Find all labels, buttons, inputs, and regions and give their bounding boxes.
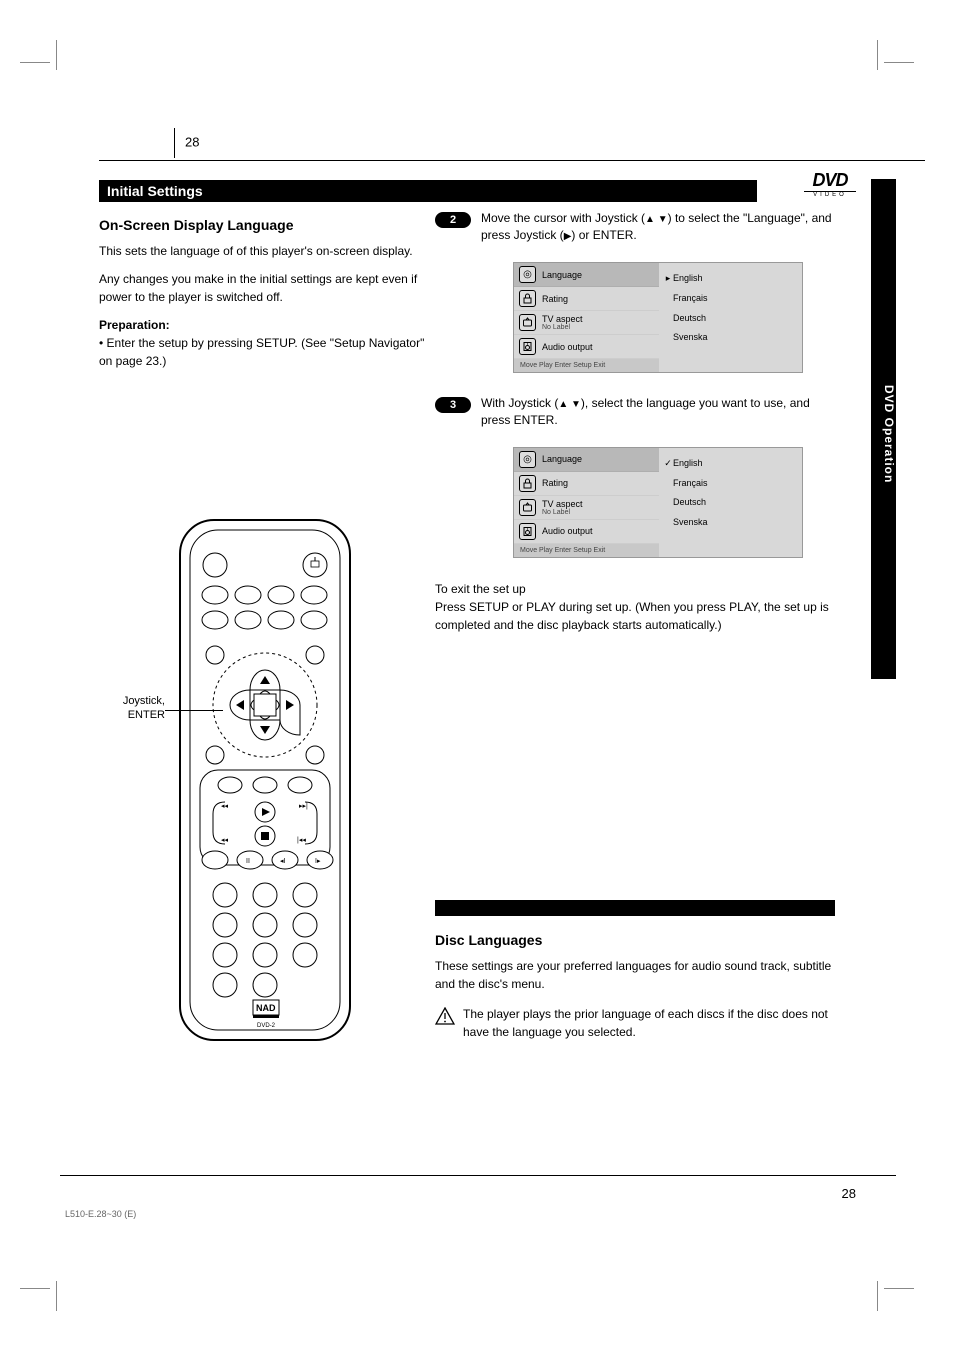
svg-text:◂◂: ◂◂ (221, 837, 229, 844)
menu1-row-language: ◎ Language (514, 263, 659, 287)
caution-text: The player plays the prior language of e… (463, 1005, 835, 1041)
pointer-icon: ▸ (663, 269, 673, 289)
remote-svg: ◂◂ ▸▸| ◂◂ |◂◂ II ◂I I▸ NAD DVD-2 (170, 510, 360, 1050)
menu2-row-audio: Audio output (514, 520, 659, 544)
step-3-text: With Joystick (▲ ▼), select the language… (481, 395, 835, 429)
crop-mark (20, 62, 50, 63)
exit-body: Press SETUP or PLAY during set up. (When… (435, 600, 829, 632)
disc-languages-heading: Disc Languages (435, 930, 835, 951)
exit-note: To exit the set up Press SETUP or PLAY d… (435, 580, 835, 634)
menu1-row-audio: Audio output (514, 335, 659, 359)
preparation-label: Preparation: (99, 318, 170, 332)
osd-menu-2: ◎ Language Rating TV aspect No Label (513, 447, 803, 558)
svg-text:◂◂: ◂◂ (221, 803, 229, 810)
osd-lang-heading: On-Screen Display Language (99, 215, 429, 236)
disc-icon: ◎ (519, 266, 536, 283)
step-2-text: Move the cursor with Joystick (▲ ▼) to s… (481, 210, 835, 244)
menu2-options: ✓English Français Deutsch Svenska (659, 448, 799, 557)
tv-icon (519, 314, 536, 331)
crop-mark (20, 1288, 50, 1289)
up-down-arrows-icon: ▲ ▼ (558, 399, 581, 410)
step-3: 3 With Joystick (▲ ▼), select the langua… (435, 395, 835, 429)
check-icon: ✓ (663, 454, 673, 474)
crop-mark (884, 1288, 914, 1289)
menu2-nav-hint: Move Play Enter Setup Exit (514, 544, 659, 557)
crop-mark (56, 1281, 57, 1311)
speaker-icon (519, 338, 536, 355)
page-number-top-value: 28 (185, 134, 199, 149)
remote-callout-label: Joystick, ENTER (95, 694, 165, 723)
osd-menu-1: ◎ Language Rating TV aspect No Label (513, 262, 803, 373)
footer-rule (60, 1175, 896, 1176)
menu2-row-tv-aspect: TV aspect No Label (514, 496, 659, 520)
svg-text:I▸: I▸ (315, 858, 321, 865)
menu1-options: ▸English Français Deutsch Svenska (659, 263, 799, 372)
lock-icon (519, 290, 536, 307)
preparation-body: • Enter the setup by pressing SETUP. (Se… (99, 336, 424, 368)
dvd-logo-bottom: VIDEO (804, 192, 856, 198)
step-2-badge: 2 (435, 212, 471, 228)
menu2-row-rating: Rating (514, 472, 659, 496)
header-rule (99, 160, 925, 161)
menu1-row-rating: Rating (514, 287, 659, 311)
svg-text:|◂◂: |◂◂ (297, 837, 306, 844)
menu1-nav-hint: Move Play Enter Setup Exit (514, 359, 659, 372)
exit-heading: To exit the set up (435, 582, 526, 596)
disc-languages-section: Disc Languages These settings are your p… (435, 930, 835, 1041)
crop-mark (56, 40, 57, 70)
footer-file-ref: L510-E.28~30 (E) (65, 1209, 136, 1219)
svg-text:◂I: ◂I (280, 858, 286, 865)
tv-icon (519, 499, 536, 516)
section-separator-bar (435, 900, 835, 916)
svg-text:II: II (246, 858, 250, 865)
page-number-header: 28 (174, 128, 199, 158)
crop-mark (877, 40, 878, 70)
svg-text:▸▸|: ▸▸| (299, 803, 308, 810)
disc-icon: ◎ (519, 451, 536, 468)
crop-mark (877, 1281, 878, 1311)
disc-languages-desc: These settings are your preferred langua… (435, 957, 835, 993)
menu1-row-tv-aspect: TV aspect No Label (514, 311, 659, 335)
speaker-icon (519, 523, 536, 540)
osd-lang-note: Any changes you make in the initial sett… (99, 270, 429, 306)
step-3-badge: 3 (435, 397, 471, 413)
svg-text:DVD-2: DVD-2 (257, 1023, 276, 1029)
dvd-logo-top: DVD (804, 170, 856, 192)
side-tab: DVD Operation (871, 179, 896, 679)
menu2-row-language: ◎ Language (514, 448, 659, 472)
up-down-arrows-icon: ▲ ▼ (645, 214, 668, 225)
dvd-video-logo: DVD VIDEO (804, 170, 856, 198)
remote-callout-line (165, 710, 223, 711)
section-title-bar: Initial Settings (99, 180, 757, 202)
crop-mark (884, 62, 914, 63)
svg-text:NAD: NAD (256, 1003, 276, 1013)
remote-diagram: Joystick, ENTER (170, 510, 380, 1055)
lock-icon (519, 475, 536, 492)
caution-icon (435, 1007, 455, 1041)
osd-lang-desc: This sets the language of of this player… (99, 242, 429, 260)
left-column: On-Screen Display Language This sets the… (99, 215, 429, 380)
step-2: 2 Move the cursor with Joystick (▲ ▼) to… (435, 210, 835, 244)
page-number-bottom: 28 (842, 1186, 856, 1201)
right-column: 2 Move the cursor with Joystick (▲ ▼) to… (435, 210, 835, 634)
